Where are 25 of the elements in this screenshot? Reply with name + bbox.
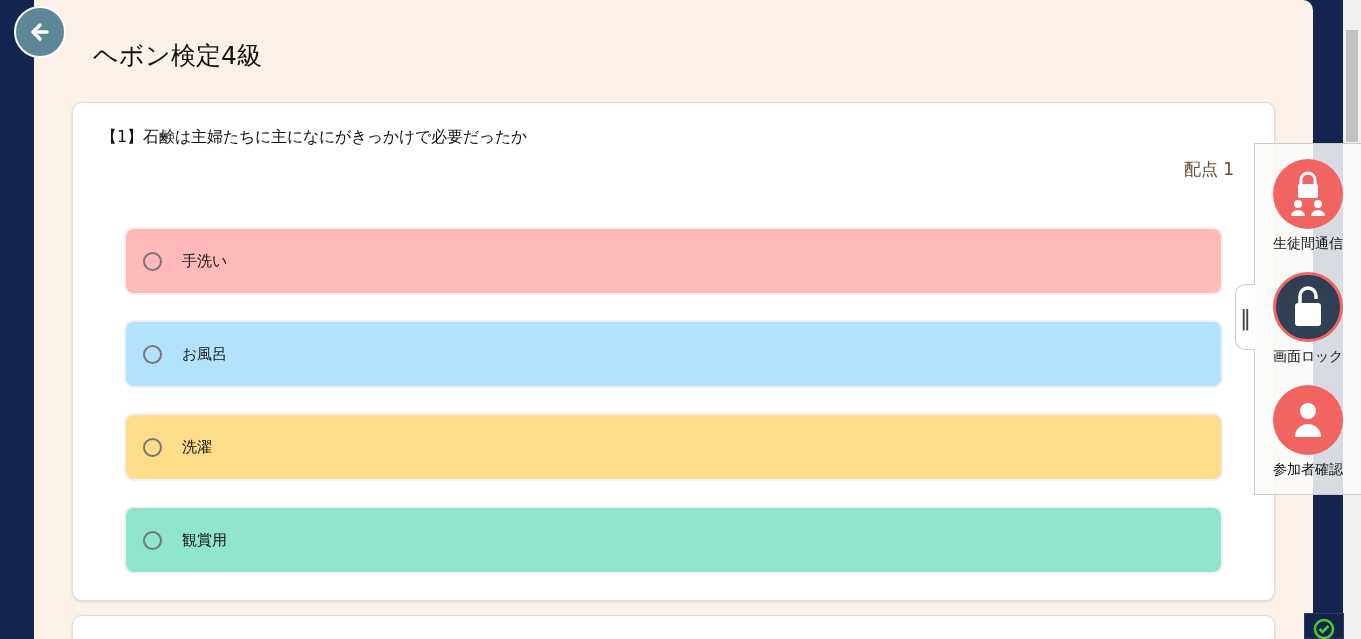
- score: 配点 1: [1182, 158, 1234, 181]
- page-title: ヘボン検定4級: [92, 40, 263, 72]
- option-label: 観賞用: [182, 530, 227, 550]
- radio-button[interactable]: [143, 530, 162, 550]
- answer-option[interactable]: 観賞用: [126, 508, 1221, 572]
- person-icon: [1293, 401, 1323, 438]
- option-label: お風呂: [182, 344, 227, 364]
- answer-option[interactable]: お風呂: [126, 322, 1221, 386]
- radio-button[interactable]: [143, 437, 162, 457]
- answer-option[interactable]: 手洗い: [126, 229, 1221, 293]
- answer-option[interactable]: 洗濯: [126, 415, 1221, 479]
- arrow-left-icon: [29, 21, 51, 43]
- unlocked-padlock-icon: [1292, 286, 1324, 328]
- panel-handle[interactable]: ‖: [1235, 284, 1255, 350]
- lock-people-icon: [1288, 171, 1328, 218]
- option-label: 洗濯: [182, 437, 212, 457]
- tool-label: 生徒間通信: [1273, 235, 1343, 254]
- radio-button[interactable]: [143, 251, 162, 271]
- option-label: 手洗い: [182, 251, 227, 271]
- tool-label: 参加者確認: [1273, 460, 1343, 479]
- scrollbar-thumb[interactable]: [1346, 30, 1358, 142]
- back-button[interactable]: [14, 6, 66, 58]
- tool-label: 画面ロック: [1273, 348, 1343, 366]
- radio-button[interactable]: [143, 344, 162, 364]
- question-text: 【1】石鹸は主婦たちに主になにがきっかけで必要だったか: [101, 127, 529, 148]
